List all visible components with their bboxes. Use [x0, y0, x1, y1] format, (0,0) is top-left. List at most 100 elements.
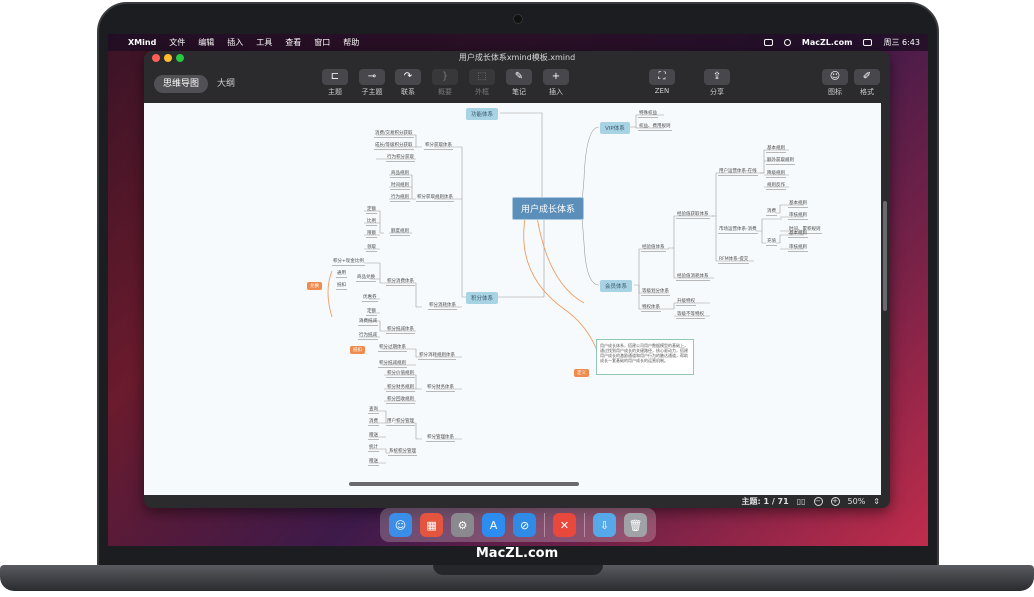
menu-tools[interactable]: 工具: [256, 37, 272, 48]
points-ex-8[interactable]: 消费抵减: [358, 319, 378, 326]
branch-points[interactable]: 积分体系: [466, 292, 499, 304]
member-basic-rule[interactable]: 基本规则: [766, 146, 786, 153]
screen-mirror-icon[interactable]: [763, 39, 773, 46]
menu-insert[interactable]: 插入: [227, 37, 243, 48]
downloads-folder-icon[interactable]: ⇩: [593, 513, 617, 537]
subtopic-button[interactable]: ⊸ 子主题: [356, 69, 388, 97]
points-user-manage[interactable]: 用户积分管理: [386, 419, 415, 426]
points-ex-2[interactable]: 商品兑换: [356, 275, 376, 282]
member-basic-priv[interactable]: 升级特权: [676, 299, 696, 306]
zoom-out-button[interactable]: −: [813, 497, 823, 506]
points-fin-3[interactable]: 积分回收规则: [386, 397, 415, 404]
zoom-level[interactable]: 50%: [848, 497, 866, 506]
launchpad-icon[interactable]: ▦: [420, 513, 444, 537]
points-rule-2[interactable]: 时间规则: [390, 183, 410, 190]
member-privilege[interactable]: 特权体系: [641, 305, 661, 312]
tag-deduct[interactable]: 抵扣: [350, 346, 365, 354]
points-sys-manage[interactable]: 系统积分管理: [388, 449, 417, 456]
branch-member[interactable]: 会员体系: [600, 280, 633, 292]
insert-button[interactable]: + 插入: [540, 69, 572, 97]
summary-button[interactable]: } 概要: [429, 69, 461, 97]
points-acquire-1[interactable]: 消费/交易积分获取: [374, 131, 414, 138]
points-sm-1[interactable]: 统计: [368, 445, 379, 452]
member-growth[interactable]: 经验值体系: [641, 245, 666, 252]
sticker-button[interactable]: ☺ 图标: [819, 69, 851, 97]
spotlight-icon[interactable]: [783, 39, 791, 46]
menubar-clock[interactable]: 周三 6:43: [883, 37, 920, 48]
member-paid-priv[interactable]: 等级不等特权: [676, 312, 705, 319]
points-ex-7[interactable]: 积分抵减体系: [386, 327, 415, 334]
tag-define[interactable]: 定义: [574, 369, 589, 377]
format-button[interactable]: ✐ 格式: [851, 69, 883, 97]
points-rule-4[interactable]: 额度规则: [390, 229, 410, 236]
member-anti-cheat[interactable]: 规则反作: [766, 183, 786, 190]
fullscreen-window-icon[interactable]: [176, 54, 184, 62]
member-audit-rule[interactable]: 审核规则: [788, 213, 808, 220]
book-icon[interactable]: ▯▯: [797, 497, 806, 506]
zen-button[interactable]: ⛶ ZEN: [646, 69, 678, 95]
points-rule-sys[interactable]: 积分获取规则体系: [416, 195, 454, 202]
share-button[interactable]: ⇪ 分享: [701, 69, 733, 97]
points-rule-1[interactable]: 商品规则: [390, 171, 410, 178]
points-acquire-3[interactable]: 行为积分获取: [386, 155, 415, 162]
system-preferences-icon[interactable]: ⚙: [451, 513, 475, 537]
points-ex-1[interactable]: 积分+现金比例: [332, 259, 365, 266]
points-ex-6[interactable]: 定额: [366, 309, 377, 316]
points-consume-sys[interactable]: 积分消耗体系: [428, 303, 457, 310]
member-user-status[interactable]: 用户运营体系-在线: [718, 169, 758, 176]
branch-vip[interactable]: VIP体系: [600, 122, 630, 134]
points-manage[interactable]: 积分管理体系: [426, 435, 455, 442]
member-level-design[interactable]: 等级划分体系: [641, 289, 670, 296]
points-um-2[interactable]: 消费: [368, 419, 379, 426]
branch-function[interactable]: 功能体系: [466, 108, 499, 120]
menu-help[interactable]: 帮助: [343, 37, 359, 48]
relationship-button[interactable]: ↷ 联系: [392, 69, 424, 97]
trash-icon[interactable]: 🗑: [624, 513, 648, 537]
menu-file[interactable]: 文件: [169, 37, 185, 48]
zoom-stepper-icon[interactable]: ⇕: [873, 497, 880, 506]
boundary-button[interactable]: ⬚ 外框: [466, 69, 498, 97]
points-rule-d[interactable]: 领取: [366, 245, 377, 252]
points-fin-1[interactable]: 积分价值规则: [386, 371, 415, 378]
mindmap-canvas[interactable]: 用户成长体系 功能体系 VIP体系 会员体系 积分体系 特殊权益 权益、费用规则…: [144, 103, 881, 495]
member-decay-rule[interactable]: 降级规则: [766, 171, 786, 178]
member-basic-rule3[interactable]: 基本规则: [788, 231, 808, 238]
points-um-3[interactable]: 赠送: [368, 433, 379, 440]
topic-button[interactable]: ⊏ 主题: [319, 69, 351, 97]
points-overdue-rule[interactable]: 积分消耗规则体系: [418, 353, 456, 360]
member-rfm[interactable]: RFM体系-提交: [718, 257, 750, 264]
member-basic-rule2[interactable]: 基本规则: [788, 201, 808, 208]
points-ex-4[interactable]: 抵扣: [336, 283, 347, 290]
points-ex-9[interactable]: 行为抵减: [358, 333, 378, 340]
tab-mindmap[interactable]: 思维导图: [154, 75, 209, 93]
member-recharge[interactable]: 充值: [766, 239, 777, 246]
member-market[interactable]: 市场运营体系-消费: [718, 227, 758, 234]
close-window-icon[interactable]: [152, 54, 160, 62]
points-fin-2[interactable]: 积分财务规则: [386, 385, 415, 392]
menu-view[interactable]: 查看: [285, 37, 301, 48]
vip-node-2[interactable]: 权益、费用规则: [638, 124, 672, 131]
vip-node-1[interactable]: 特殊权益: [638, 111, 658, 118]
points-ex-3[interactable]: 通用: [336, 271, 347, 278]
minimize-window-icon[interactable]: [164, 54, 172, 62]
points-um-1[interactable]: 查询: [368, 407, 379, 414]
horizontal-scrollbar[interactable]: [349, 482, 579, 486]
points-overdue-2[interactable]: 积分抵减规则: [378, 361, 407, 368]
points-acquire-2[interactable]: 成长/等级积分获取: [374, 143, 414, 150]
member-extra-rule[interactable]: 额外获取规则: [766, 158, 795, 165]
points-rule-c[interactable]: 限额: [366, 231, 377, 238]
points-finance[interactable]: 积分财务体系: [426, 385, 455, 392]
points-overdue[interactable]: 积分过期体系: [378, 345, 407, 352]
menu-window[interactable]: 窗口: [314, 37, 330, 48]
points-exchange[interactable]: 积分消费体系: [386, 279, 415, 286]
member-audit-rule2[interactable]: 审核规则: [788, 245, 808, 252]
points-sm-2[interactable]: 赠送: [368, 459, 379, 466]
member-growth-sub1[interactable]: 经验值获取体系: [676, 212, 710, 219]
app-store-icon[interactable]: A: [482, 513, 506, 537]
finder-icon[interactable]: ☺: [389, 513, 413, 537]
tab-outline[interactable]: 大纲: [208, 75, 244, 93]
points-ex-5[interactable]: 优惠券: [362, 295, 378, 302]
points-acquire[interactable]: 积分获取体系: [424, 143, 453, 150]
vertical-scrollbar[interactable]: [883, 201, 887, 311]
menu-app-name[interactable]: XMind: [128, 38, 156, 47]
